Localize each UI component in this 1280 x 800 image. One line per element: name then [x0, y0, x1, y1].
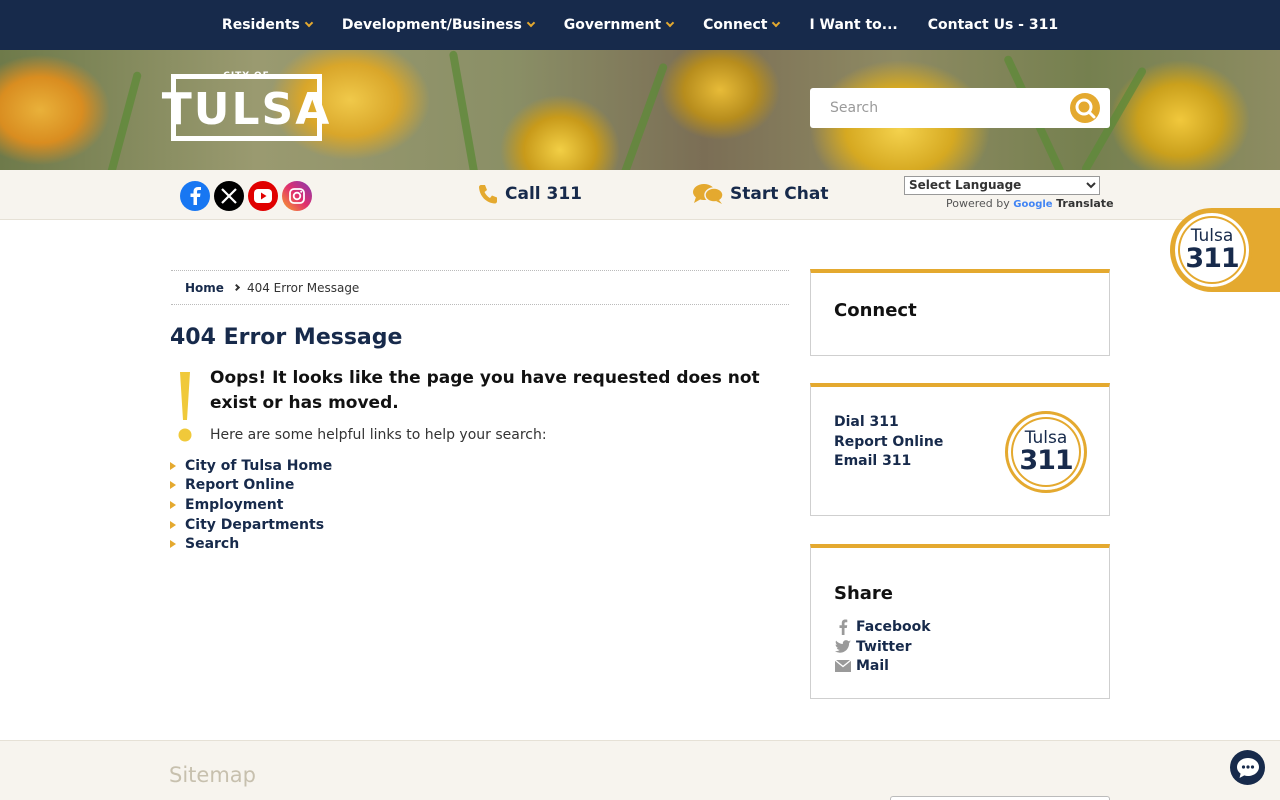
logo-city-of: CITY OF: [223, 71, 270, 81]
call-311-link[interactable]: Call 311: [477, 183, 582, 205]
link-label: City of Tulsa Home: [185, 457, 333, 474]
share-label: Mail: [856, 658, 889, 674]
link-search[interactable]: Search: [170, 534, 332, 554]
youtube-icon[interactable]: [248, 181, 278, 211]
link-employment[interactable]: Employment: [170, 495, 332, 515]
translate-link[interactable]: Translate: [1056, 197, 1113, 210]
tulsa-311-logo: Tulsa 311: [1005, 411, 1087, 493]
sitemap-heading: Sitemap: [169, 763, 256, 787]
breadcrumb: Home 404 Error Message: [171, 270, 789, 305]
chevron-down-icon: [304, 18, 314, 28]
footer: Sitemap: [0, 740, 1280, 800]
hero-banner: CITY OF TULSA: [0, 50, 1280, 170]
page-title: 404 Error Message: [170, 325, 403, 350]
facebook-icon[interactable]: [180, 181, 210, 211]
footer-box: [890, 796, 1110, 800]
share-facebook-link[interactable]: Facebook: [834, 619, 931, 635]
link-label: Report Online: [185, 477, 295, 494]
google-text: Google: [1013, 199, 1053, 210]
x-icon[interactable]: [214, 181, 244, 211]
chevron-down-icon: [772, 18, 781, 28]
report-online-link[interactable]: Report Online: [834, 434, 943, 450]
phone-icon: [479, 185, 497, 204]
city-of-tulsa-logo[interactable]: CITY OF TULSA: [162, 71, 329, 141]
nav-i-want-to[interactable]: I Want to...: [794, 0, 912, 50]
bullet-arrow-icon: [170, 500, 176, 509]
nav-connect[interactable]: Connect: [688, 0, 794, 50]
chevron-down-icon: [526, 18, 536, 28]
link-label: City Departments: [185, 516, 325, 533]
tulsa-311-badge[interactable]: Tulsa 311: [1172, 210, 1252, 290]
link-report-online[interactable]: Report Online: [170, 476, 332, 496]
connect-title: Connect: [834, 300, 917, 321]
nav-government[interactable]: Government: [549, 0, 688, 50]
social-links: [180, 181, 312, 211]
nav-residents[interactable]: Residents: [207, 0, 327, 50]
link-city-departments[interactable]: City Departments: [170, 515, 332, 535]
breadcrumb-current: 404 Error Message: [246, 280, 360, 295]
nav-label: Residents: [221, 17, 300, 33]
start-chat-link[interactable]: Start Chat: [692, 183, 828, 205]
helpful-links-intro: Here are some helpful links to help your…: [210, 427, 547, 443]
share-label: Facebook: [856, 619, 931, 635]
nav-label: I Want to...: [809, 17, 898, 33]
share-label: Twitter: [856, 639, 912, 655]
contact-311-card: Dial 311 Report Online Email 311 Tulsa 3…: [810, 383, 1110, 516]
breadcrumb-home[interactable]: Home: [185, 281, 224, 295]
floating-311-tab[interactable]: Tulsa 311: [1170, 208, 1280, 292]
logo-tulsa: TULSA: [161, 83, 332, 135]
decorative-stem: [448, 50, 480, 170]
bullet-arrow-icon: [170, 461, 176, 470]
exclamation-icon: [178, 372, 192, 442]
search-icon: [1075, 98, 1096, 119]
twitter-bird-icon: [834, 639, 852, 655]
nav-label: Contact Us - 311: [927, 17, 1059, 33]
nav-label: Development/Business: [341, 17, 522, 33]
helpful-links-list: City of Tulsa Home Report Online Employm…: [170, 456, 332, 554]
chat-icon: [1236, 757, 1259, 778]
nav-label: Government: [563, 17, 662, 33]
chat-label: Start Chat: [730, 184, 829, 204]
link-city-of-tulsa-home[interactable]: City of Tulsa Home: [170, 456, 332, 476]
decorative-stem: [619, 62, 669, 170]
instagram-icon[interactable]: [282, 181, 312, 211]
dial-311-link[interactable]: Dial 311: [834, 414, 899, 430]
search-input[interactable]: [830, 100, 1050, 116]
bullet-arrow-icon: [170, 520, 176, 529]
link-label: Employment: [185, 496, 284, 513]
facebook-icon: [834, 619, 852, 635]
nav-label: Connect: [703, 17, 768, 33]
bullet-arrow-icon: [170, 540, 176, 549]
language-select[interactable]: Select Language: [904, 175, 1100, 195]
call-label: Call 311: [505, 184, 583, 204]
share-mail-link[interactable]: Mail: [834, 658, 889, 674]
link-label: Search: [185, 536, 240, 553]
share-twitter-link[interactable]: Twitter: [834, 639, 912, 655]
badge-line2: 311: [1185, 243, 1239, 274]
badge-line2: 311: [1019, 445, 1073, 476]
chevron-right-icon: [232, 283, 240, 292]
google-translate-credit: Powered by Google Translate: [946, 197, 1114, 210]
search-box: [810, 88, 1110, 128]
connect-card: Connect: [810, 269, 1110, 356]
chevron-down-icon: [665, 18, 675, 28]
chat-widget-button[interactable]: [1230, 750, 1265, 785]
top-navigation: Residents Development/Business Governmen…: [0, 0, 1280, 50]
search-button[interactable]: [1070, 93, 1100, 123]
error-message: Oops! It looks like the page you have re…: [210, 368, 760, 413]
chat-bubbles-icon: [693, 184, 724, 204]
nav-contact-us[interactable]: Contact Us - 311: [913, 0, 1073, 50]
email-311-link[interactable]: Email 311: [834, 453, 911, 469]
nav-development-business[interactable]: Development/Business: [327, 0, 549, 50]
share-card: Share Facebook Twitter Mail: [810, 544, 1110, 699]
share-title: Share: [834, 583, 894, 604]
powered-by-text: Powered by: [946, 197, 1010, 210]
decorative-stem: [105, 70, 143, 170]
envelope-icon: [834, 658, 852, 674]
language-selector: Select Language: [904, 174, 1100, 195]
bullet-arrow-icon: [170, 481, 176, 490]
google-logo: Google: [1013, 197, 1052, 210]
